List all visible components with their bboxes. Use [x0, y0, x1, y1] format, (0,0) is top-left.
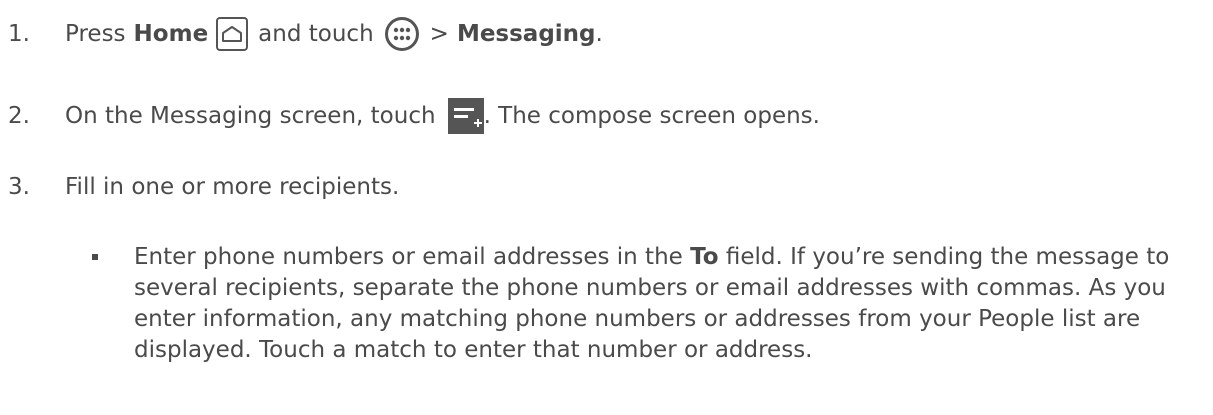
- chevron-separator: >: [429, 21, 449, 47]
- step-number: 2.: [8, 103, 30, 129]
- step-text: . The compose screen opens.: [483, 103, 820, 129]
- step-number: 3.: [8, 174, 30, 200]
- bullet-item: Enter phone numbers or email addresses i…: [90, 242, 1190, 366]
- bullet-text-part: Enter phone numbers or email addresses i…: [134, 244, 683, 270]
- apps-icon: [384, 16, 420, 52]
- bullet-text: Enter phone numbers or email addresses i…: [134, 242, 1190, 366]
- step-text: On the Messaging screen, touch: [65, 103, 436, 129]
- to-label: To: [690, 244, 719, 270]
- step-text: Press: [65, 21, 126, 47]
- home-label: Home: [133, 21, 209, 47]
- instructions-page: 1. Press Home and touch > Messaging . 2.…: [0, 0, 1213, 415]
- bullet-square-icon: [90, 242, 134, 366]
- compose-icon: [447, 98, 484, 134]
- step-3: 3. Fill in one or more recipients.: [8, 167, 399, 207]
- messaging-label: Messaging: [456, 21, 596, 47]
- step-2: 2. On the Messaging screen, touch . The …: [8, 96, 820, 136]
- step-text: .: [595, 21, 603, 47]
- step-text: Fill in one or more recipients.: [65, 174, 400, 200]
- step-text: and touch: [258, 21, 374, 47]
- step-1: 1. Press Home and touch > Messaging .: [8, 14, 603, 54]
- home-icon: [216, 17, 249, 51]
- step-number: 1.: [8, 21, 30, 47]
